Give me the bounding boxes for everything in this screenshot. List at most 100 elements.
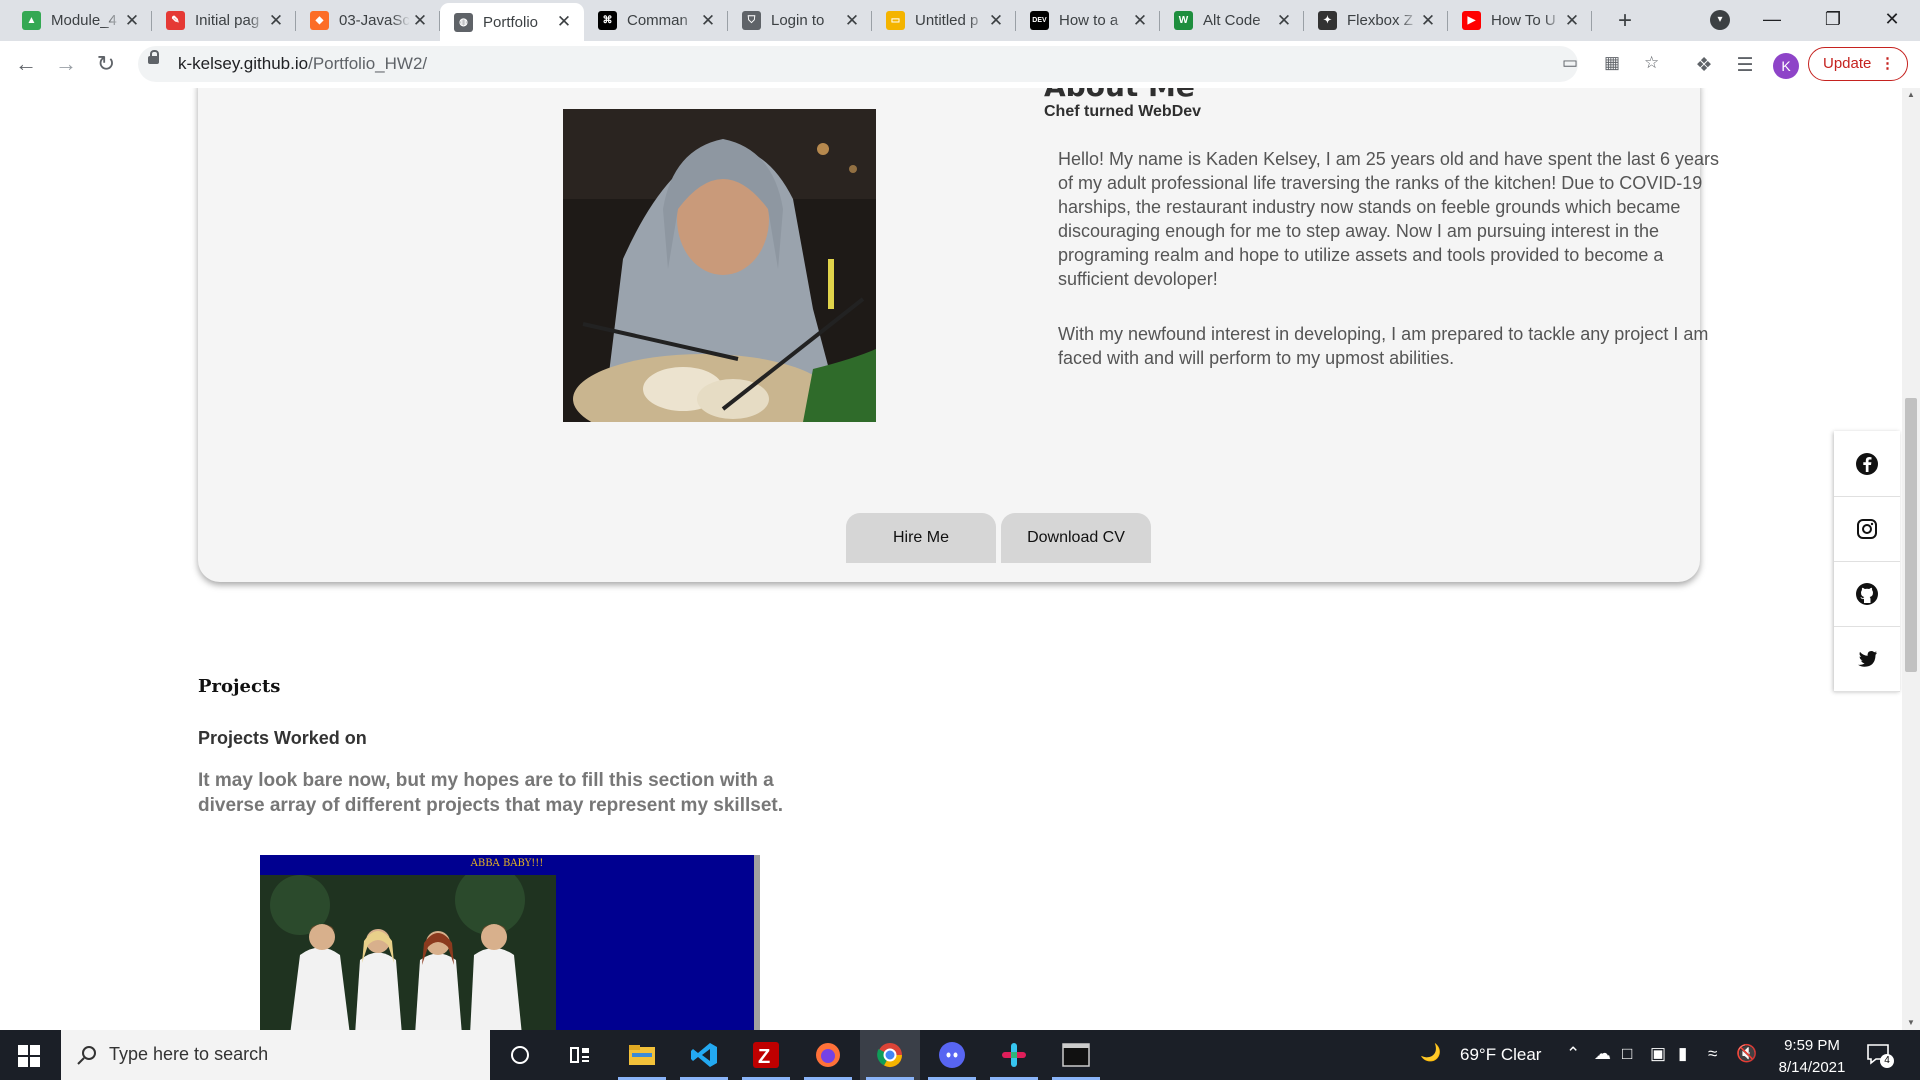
browser-tab[interactable]: ⌘ Comman ✕ [584,0,728,41]
social-sidebar [1834,431,1900,692]
meet-now-icon[interactable]: □ [1622,1044,1632,1064]
search-icon [77,1046,96,1065]
github-icon[interactable] [1834,561,1900,627]
browser-tab[interactable]: ✦ Flexbox Z ✕ [1304,0,1448,41]
wifi-icon[interactable]: ≈ [1708,1044,1717,1064]
bookmark-star-icon[interactable]: ☆ [1644,53,1659,73]
close-tab-icon[interactable]: ✕ [1130,11,1150,31]
browser-tab[interactable]: ▶ How To U ✕ [1448,0,1592,41]
close-tab-icon[interactable]: ✕ [986,11,1006,31]
taskbar-search-box[interactable]: Type here to search [61,1030,490,1080]
browser-tab[interactable]: ⛉ Login to ✕ [728,0,872,41]
tab-title: Alt Code [1203,12,1261,29]
back-button[interactable]: ← [10,48,42,80]
slides-icon: ▭ [886,11,905,30]
chrome-icon[interactable] [860,1030,920,1080]
close-tab-icon[interactable]: ✕ [1418,11,1438,31]
forward-button[interactable]: → [50,48,82,80]
shield-icon: ⛉ [742,11,761,30]
project-caption: ABBA BABY!!! [470,858,544,869]
dev-icon: DEV [1030,11,1049,30]
page-scrollbar[interactable]: ▲ ▼ [1902,88,1920,1030]
volume-muted-icon[interactable]: 🔇 [1736,1044,1757,1064]
vscode-icon[interactable] [674,1030,734,1080]
task-view-icon[interactable] [550,1030,610,1080]
browser-tab[interactable]: ▲ Module_4 ✕ [8,0,152,41]
band-photo [260,875,556,1030]
battery-icon[interactable]: ▮ [1678,1044,1687,1064]
menu-dots-icon: ⋮ [1880,55,1895,72]
scroll-down-arrow-icon[interactable]: ▼ [1902,1016,1920,1030]
gitlab-icon: ◆ [310,11,329,30]
close-tab-icon[interactable]: ✕ [1562,11,1582,31]
profile-avatar[interactable]: K [1773,53,1799,79]
about-me-card: About Me Chef turned WebDev Hello! My na… [198,88,1719,582]
maximize-button[interactable]: ❐ [1805,0,1861,41]
reload-button[interactable]: ↻ [90,48,122,80]
browser-tab[interactable]: ✎ Initial pag ✕ [152,0,296,41]
tab-title: Comman [627,12,688,29]
hire-me-button[interactable]: Hire Me [846,513,996,563]
system-clock[interactable]: 9:59 PM 8/14/2021 [1762,1035,1862,1079]
slack-icon[interactable] [984,1030,1044,1080]
close-tab-icon[interactable]: ✕ [410,11,430,31]
filezilla-icon[interactable]: Z [736,1030,796,1080]
show-hidden-icons-icon[interactable]: ⌃ [1566,1044,1580,1064]
cortana-icon[interactable] [490,1030,550,1080]
discord-icon[interactable] [922,1030,982,1080]
cast-icon[interactable]: ▭ [1562,53,1578,73]
download-cv-button[interactable]: Download CV [1001,513,1151,563]
close-window-button[interactable]: ✕ [1864,0,1920,41]
qr-code-icon[interactable]: ▦ [1604,53,1620,73]
google-drive-icon: ▲ [22,11,41,30]
projects-subheading: Projects Worked on [198,728,367,748]
browser-tab[interactable]: ◍ Portfolio ✕ [440,3,584,41]
update-button[interactable]: Update ⋮ [1808,47,1908,81]
url-path: /Portfolio_HW2/ [308,54,428,73]
address-bar[interactable]: k-kelsey.github.io/Portfolio_HW2/ ▭ ▦ ☆ [138,46,1659,82]
weather-moon-icon: 🌙 [1420,1043,1442,1062]
close-tab-icon[interactable]: ✕ [842,11,862,31]
project-preview[interactable]: ABBA BABY!!! [260,855,760,1030]
scroll-up-arrow-icon[interactable]: ▲ [1902,88,1920,102]
bio-paragraph-2: With my newfound interest in developing,… [1058,324,1709,368]
onedrive-cloud-icon[interactable]: ☁ [1594,1044,1611,1064]
facebook-icon[interactable] [1834,431,1900,497]
media-control-icon[interactable]: ☰ [1733,54,1757,77]
windows-start-icon[interactable] [18,1045,40,1067]
youtube-icon: ▶ [1462,11,1481,30]
close-tab-icon[interactable]: ✕ [122,11,142,31]
browser-tab-strip: + ▾ — ❐ ✕ ▲ Module_4 ✕ ✎ Initial pag ✕ ◆ 03-Jav… [0,0,1920,41]
new-tab-button[interactable]: + [1610,6,1640,36]
close-tab-icon[interactable]: ✕ [1274,11,1294,31]
weather-text[interactable]: 69°F Clear [1460,1045,1541,1065]
browser-tab[interactable]: W Alt Code ✕ [1160,0,1304,41]
firefox-icon[interactable] [798,1030,858,1080]
extensions-puzzle-icon[interactable]: ❖ [1692,54,1716,77]
tab-search-button[interactable]: ▾ [1710,10,1730,30]
url-text: k-kelsey.github.io/Portfolio_HW2/ [178,54,427,74]
browser-tab[interactable]: DEV How to a ✕ [1016,0,1160,41]
browser-toolbar: ← → ↻ k-kelsey.github.io/Portfolio_HW2/ … [0,41,1920,89]
twitter-icon[interactable] [1834,626,1900,692]
minimize-button[interactable]: — [1744,0,1800,41]
instagram-icon[interactable] [1834,496,1900,562]
update-label: Update [1823,55,1872,72]
file-explorer-icon[interactable] [612,1030,672,1080]
browser-tab[interactable]: ◆ 03-JavaSc ✕ [296,0,440,41]
close-tab-icon[interactable]: ✕ [554,12,574,32]
display-icon[interactable]: ▣ [1650,1044,1666,1064]
terminal-icon[interactable] [1046,1030,1106,1080]
wn-icon: W [1174,11,1193,30]
notifications-icon[interactable]: 4 [1866,1042,1894,1068]
close-tab-icon[interactable]: ✕ [698,11,718,31]
projects-heading: Projects [198,676,281,697]
pencil-icon: ✎ [166,11,185,30]
profile-photo [563,109,876,422]
bio-paragraph-1: Hello! My name is Kaden Kelsey, I am 25 … [1058,149,1720,289]
lock-icon [148,50,159,64]
browser-tab[interactable]: ▭ Untitled p ✕ [872,0,1016,41]
clock-time: 9:59 PM [1784,1037,1840,1054]
close-tab-icon[interactable]: ✕ [266,11,286,31]
scroll-thumb[interactable] [1905,398,1917,672]
